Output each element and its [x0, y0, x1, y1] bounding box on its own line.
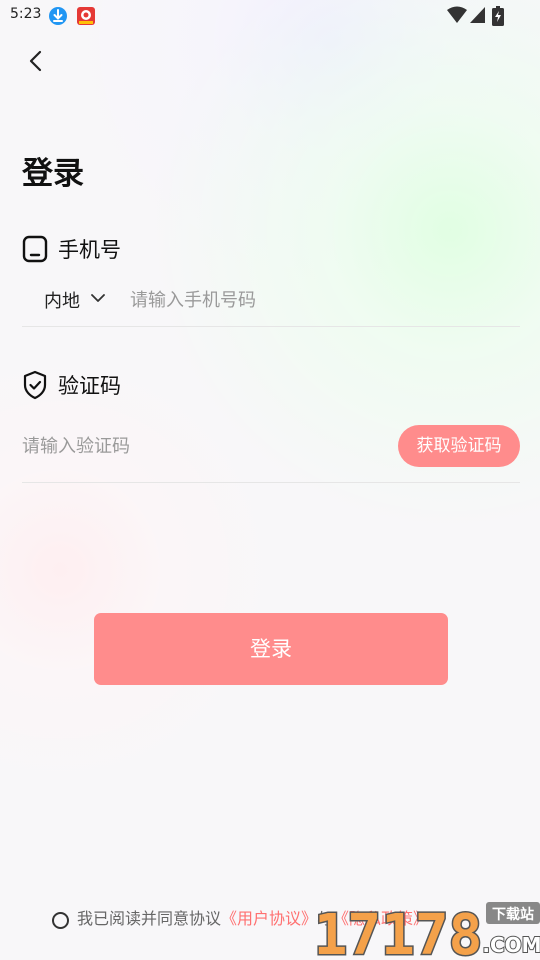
chevron-down-icon[interactable] [91, 293, 105, 303]
watermark-domain: .COM [482, 933, 540, 957]
status-time: 5:23 [10, 6, 42, 22]
phone-label: 手机号 [58, 238, 121, 262]
back-arrow-icon[interactable] [22, 46, 52, 76]
code-label: 验证码 [58, 374, 121, 398]
phone-icon [22, 235, 48, 263]
shield-check-icon [23, 370, 47, 400]
battery-icon [492, 6, 504, 26]
watermark-tag: 下载站 [492, 906, 534, 923]
get-code-button[interactable]: 获取验证码 [398, 425, 520, 467]
login-screen: 5:23 登录 手机号 内地 请输入手机号码 验证码 请输入验证码 获取验证码 … [0, 0, 540, 960]
signal-icon [470, 7, 485, 23]
user-agreement-link[interactable]: 《用户协议》 [221, 909, 317, 928]
code-divider [22, 482, 520, 483]
phone-divider [22, 326, 520, 327]
site-watermark: 17178 下载站 .COM [312, 902, 540, 960]
code-input[interactable] [22, 432, 382, 460]
phone-input[interactable] [130, 286, 490, 314]
watermark-text: 17178 [314, 903, 483, 960]
agreement-radio[interactable] [52, 912, 69, 929]
app-notification-icon [77, 7, 95, 25]
agreement-prefix: 我已阅读并同意协议 [77, 909, 222, 928]
page-title: 登录 [22, 156, 84, 192]
status-bar: 5:23 [0, 0, 540, 32]
wifi-icon [447, 6, 467, 23]
region-selector[interactable]: 内地 [44, 287, 80, 313]
download-notification-icon [49, 7, 67, 25]
login-button[interactable]: 登录 [94, 613, 448, 685]
